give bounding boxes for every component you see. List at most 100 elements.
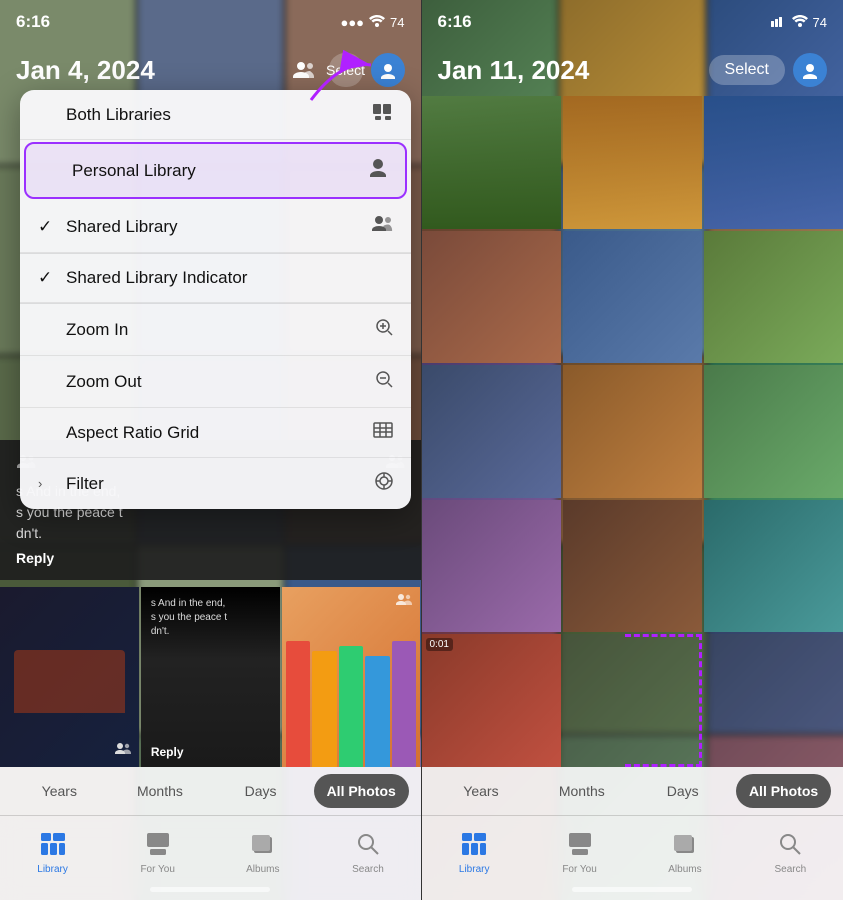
grid-cell-11[interactable] (563, 500, 702, 633)
segment-days-left[interactable]: Days (213, 774, 308, 808)
menu-icon-shared (371, 215, 393, 238)
menu-check-indicator: ✓ (38, 268, 58, 288)
status-time-left: 6:16 (16, 12, 50, 32)
menu-item-shared-indicator[interactable]: ✓ Shared Library Indicator (20, 254, 411, 303)
menu-icon-zoom-out (375, 370, 393, 393)
date-label-right: Jan 11, 2024 (438, 55, 590, 86)
battery-icon-left: 74 (390, 15, 404, 30)
menu-label-zoom-in: Zoom In (66, 320, 128, 340)
tab-library-right[interactable]: Library (422, 816, 527, 900)
foryou-tab-label-left: For You (140, 864, 174, 875)
grid-cell-7[interactable] (422, 365, 561, 498)
battery-icon-right: 74 (813, 15, 827, 30)
foryou-tab-icon-right (569, 833, 591, 861)
tab-library-left[interactable]: Library (0, 816, 105, 900)
grid-cell-2[interactable] (563, 96, 702, 229)
status-bar-right: 6:16 74 (422, 0, 843, 44)
albums-tab-label-right: Albums (668, 864, 701, 875)
foryou-tab-icon-left (147, 833, 169, 861)
video-duration: 0:01 (426, 638, 453, 651)
menu-label-aspect: Aspect Ratio Grid (66, 423, 199, 443)
menu-icon-personal (369, 158, 387, 183)
albums-tab-icon-right (674, 833, 696, 861)
segment-years-left[interactable]: Years (12, 774, 107, 808)
menu-check-zoom-in (38, 320, 58, 340)
menu-check-filter: › (38, 476, 58, 491)
photo-cell-1[interactable] (0, 587, 139, 767)
menu-label-both: Both Libraries (66, 105, 171, 125)
select-button-right[interactable]: Select (709, 55, 785, 85)
menu-label-zoom-out: Zoom Out (66, 372, 142, 392)
tab-search-left[interactable]: Search (315, 816, 420, 900)
menu-icon-filter (375, 472, 393, 495)
right-phone-panel: 6:16 74 Jan 11, 2024 Select (422, 0, 843, 900)
segment-allphotos-left[interactable]: All Photos (314, 774, 409, 808)
grid-cell-8[interactable] (563, 365, 702, 498)
grid-cell-video[interactable]: 0:01 (422, 634, 561, 767)
notif-reply[interactable]: Reply (16, 550, 405, 566)
grid-cell-1[interactable] (422, 96, 561, 229)
grid-cell-12[interactable] (704, 500, 843, 633)
albums-tab-icon-left (252, 833, 274, 861)
tab-search-right[interactable]: Search (738, 816, 843, 900)
menu-label-filter: Filter (66, 474, 104, 494)
segment-years-right[interactable]: Years (434, 774, 529, 808)
left-phone-panel: 6:16 ●●● 74 Jan 4, 2024 Select (0, 0, 422, 900)
grid-cell-10[interactable] (422, 500, 561, 633)
segment-allphotos-right[interactable]: All Photos (736, 774, 831, 808)
status-bar-left: 6:16 ●●● 74 (0, 0, 421, 44)
segment-bar-left: Years Months Days All Photos (0, 767, 421, 815)
status-icons-right: 74 (771, 15, 827, 30)
wifi-icon-left (369, 15, 385, 30)
photo-cell-2[interactable]: s And in the end,s you the peace tdn't. … (141, 587, 280, 767)
search-tab-icon-left (357, 833, 379, 861)
search-tab-icon-right (779, 833, 801, 861)
menu-label-indicator: Shared Library Indicator (66, 268, 247, 288)
grid-cell-3[interactable] (704, 96, 843, 229)
home-indicator-left (150, 887, 270, 892)
dropdown-menu[interactable]: Both Libraries Personal Library ✓ Shared… (20, 90, 411, 509)
segment-months-left[interactable]: Months (113, 774, 208, 808)
status-time-right: 6:16 (438, 12, 472, 32)
menu-item-zoom-out[interactable]: Zoom Out (20, 356, 411, 408)
menu-item-aspect-ratio[interactable]: Aspect Ratio Grid (20, 408, 411, 458)
search-tab-label-left: Search (352, 864, 384, 875)
signal-icon-left: ●●● (340, 15, 364, 30)
segment-days-right[interactable]: Days (635, 774, 730, 808)
menu-item-filter[interactable]: › Filter (20, 458, 411, 509)
library-tab-label-left: Library (37, 864, 68, 875)
photo-strip-left: s And in the end,s you the peace tdn't. … (0, 587, 421, 767)
arrow-pointer (301, 50, 381, 110)
menu-label-shared: Shared Library (66, 217, 178, 237)
library-tab-label-right: Library (459, 864, 490, 875)
menu-check-both (38, 105, 58, 125)
menu-item-shared-library[interactable]: ✓ Shared Library (20, 201, 411, 253)
grid-cell-6[interactable] (704, 231, 843, 364)
menu-label-personal: Personal Library (72, 161, 196, 181)
foryou-tab-label-right: For You (562, 864, 596, 875)
photo-cell-3[interactable] (282, 587, 421, 767)
photo-grid-right: 0:01 (422, 96, 843, 767)
status-icons-left: ●●● 74 (340, 15, 404, 30)
date-label-left: Jan 4, 2024 (16, 55, 155, 86)
grid-cell-14[interactable] (563, 634, 702, 767)
top-bar-right: Jan 11, 2024 Select (422, 44, 843, 96)
menu-check-aspect (38, 423, 58, 443)
grid-cell-9[interactable] (704, 365, 843, 498)
menu-check-shared: ✓ (38, 217, 58, 237)
grid-cell-4[interactable] (422, 231, 561, 364)
avatar-right[interactable] (793, 53, 827, 87)
grid-cell-5[interactable] (563, 231, 702, 364)
menu-item-personal-library[interactable]: Personal Library (24, 142, 407, 199)
top-bar-actions-right: Select (709, 53, 827, 87)
menu-check-personal (44, 161, 64, 181)
menu-item-zoom-in[interactable]: Zoom In (20, 304, 411, 356)
library-tab-icon-right (462, 833, 486, 861)
home-indicator-right (572, 887, 692, 892)
segment-months-right[interactable]: Months (534, 774, 629, 808)
grid-cell-15[interactable] (704, 634, 843, 767)
menu-check-zoom-out (38, 372, 58, 392)
menu-icon-zoom-in (375, 318, 393, 341)
segment-bar-right: Years Months Days All Photos (422, 767, 843, 815)
wifi-icon-right (792, 15, 808, 30)
